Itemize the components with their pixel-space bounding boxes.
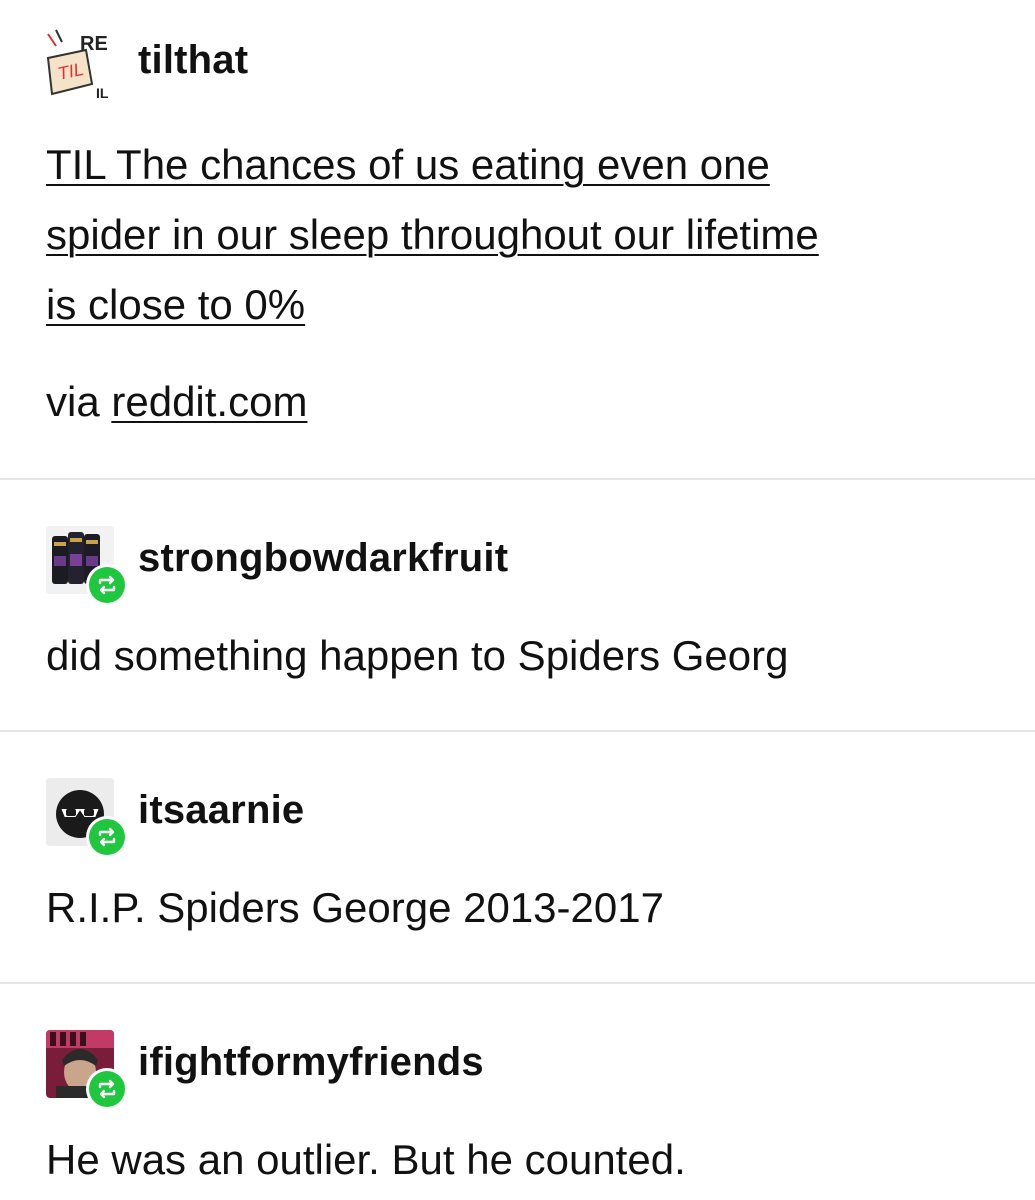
- username-tilthat[interactable]: tilthat: [138, 38, 248, 83]
- username-itsaarnie[interactable]: itsaarnie: [138, 788, 304, 833]
- source-link[interactable]: reddit.com: [111, 378, 307, 425]
- reblog-badge: [86, 816, 128, 858]
- post-text-ifightformyfriends: He was an outlier. But he counted.: [46, 1136, 686, 1183]
- til-link-line-3: is close to 0%: [46, 281, 306, 328]
- username-ifightformyfriends[interactable]: ifightformyfriends: [138, 1040, 484, 1085]
- til-logo-icon: RE TIL IL: [46, 28, 120, 102]
- post-text-strongbowdarkfruit: did something happen to Spiders Georg: [46, 632, 789, 679]
- avatar-bottom-text: IL: [96, 85, 109, 101]
- reblog-badge: [86, 564, 128, 606]
- avatar-strongbowdarkfruit[interactable]: [46, 526, 128, 606]
- avatar-tilthat[interactable]: RE TIL IL: [46, 28, 120, 102]
- til-post-link[interactable]: TIL The chances of us eating even one sp…: [46, 130, 966, 340]
- til-link-line-2: spider in our sleep throughout our lifet…: [46, 211, 819, 258]
- til-link-line-1: TIL The chances of us eating even one: [46, 141, 770, 188]
- via-source: via reddit.com: [46, 378, 307, 426]
- post-divider: [0, 478, 1035, 480]
- post-divider: [0, 730, 1035, 732]
- via-label: via: [46, 378, 100, 425]
- avatar-itsaarnie[interactable]: [46, 778, 128, 858]
- post-divider: [0, 982, 1035, 984]
- reblog-icon: [98, 575, 116, 595]
- username-strongbowdarkfruit[interactable]: strongbowdarkfruit: [138, 536, 508, 581]
- reblog-icon: [98, 1079, 116, 1099]
- post-text-itsaarnie: R.I.P. Spiders George 2013-2017: [46, 884, 664, 931]
- reblog-badge: [86, 1068, 128, 1110]
- reblog-icon: [98, 827, 116, 847]
- avatar-ifightformyfriends[interactable]: [46, 1030, 128, 1110]
